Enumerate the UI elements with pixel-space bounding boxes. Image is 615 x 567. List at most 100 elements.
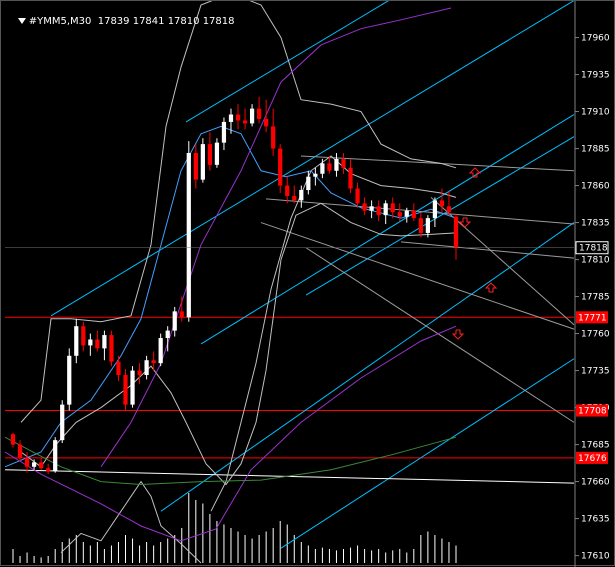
candle-body — [453, 216, 459, 248]
y-tick-label: 17785 — [581, 293, 610, 303]
candle-body — [341, 158, 346, 168]
candle-body — [320, 163, 325, 174]
candle-body — [81, 326, 86, 346]
trend-line — [260, 222, 575, 330]
candle-body — [278, 148, 283, 186]
y-tick-label: 17810 — [581, 256, 610, 266]
candle-body — [102, 335, 107, 349]
candle-body — [313, 173, 318, 177]
candle-body — [228, 114, 234, 122]
candle-body — [39, 462, 44, 469]
candle-body — [172, 311, 177, 331]
candle-body — [306, 176, 311, 191]
candle-body — [123, 375, 128, 405]
candle-body — [425, 218, 430, 233]
y-tick-label: 17685 — [581, 441, 610, 451]
candle-body — [390, 203, 395, 213]
candle-body — [299, 190, 304, 201]
candle-body — [151, 360, 156, 364]
candle-body — [214, 142, 220, 165]
candle-body — [17, 444, 23, 458]
long-moving-average — [4, 436, 457, 486]
candle-body — [249, 108, 255, 124]
y-tick-label: 17960 — [581, 34, 610, 44]
candle-body — [10, 434, 16, 445]
candle-body — [53, 440, 58, 472]
candle-body — [46, 468, 51, 472]
fast-moving-average — [4, 125, 457, 468]
candle-body — [193, 153, 198, 180]
candle-body — [432, 200, 438, 219]
channel-line — [185, 1, 389, 123]
candle-body — [186, 153, 191, 318]
current-price-label: 17818 — [579, 244, 608, 254]
candle-body — [334, 158, 339, 171]
candle-body — [446, 206, 452, 213]
candle-body — [348, 167, 353, 189]
candle-body — [355, 188, 360, 204]
y-tick-label: 17935 — [581, 71, 610, 81]
y-tick-label: 17660 — [581, 478, 610, 488]
candle-body — [67, 355, 72, 405]
candle-body — [292, 195, 297, 201]
channel-line — [280, 358, 575, 549]
chart-window[interactable]: 17960 17935 17910 17885 17860 17835 17810 17785… — [0, 0, 615, 567]
candle-body — [411, 210, 416, 219]
channel-line — [200, 114, 575, 345]
candle-body — [397, 212, 402, 217]
ohlc-values: 17839 17841 17810 17818 — [97, 16, 235, 27]
level-price-label: 17771 — [578, 313, 607, 323]
candle-body — [221, 121, 227, 143]
candle-body — [95, 339, 100, 349]
candle-body — [116, 361, 121, 376]
lower-outer-band — [60, 480, 202, 564]
level-price-label: 17676 — [578, 454, 607, 464]
candle-body — [158, 338, 163, 364]
y-tick-label: 17635 — [581, 515, 610, 525]
candle-body — [362, 203, 367, 211]
up-arrow-icon — [484, 282, 498, 293]
candle-body — [60, 404, 65, 441]
channel-line — [50, 1, 575, 317]
candle-body — [24, 457, 30, 467]
candle-body — [271, 126, 276, 149]
level-price-label: 17708 — [578, 407, 607, 417]
trend-line — [305, 247, 575, 423]
chart-header: #YMM5,M30 17839 17841 17810 17818 — [5, 5, 235, 38]
horizontal-trend-line — [4, 469, 575, 484]
price-chart[interactable]: 17960 17935 17910 17885 17860 17835 17810 17785… — [1, 1, 615, 567]
lower-moving-average — [4, 325, 457, 542]
candle-body — [404, 210, 409, 217]
chart-menu-arrow-icon[interactable] — [17, 18, 26, 24]
candle-body — [31, 462, 37, 467]
candle-body — [74, 326, 79, 356]
y-tick-label: 17860 — [581, 182, 610, 192]
candle-body — [200, 144, 205, 180]
channel-line — [160, 222, 575, 512]
candle-body — [165, 330, 170, 339]
candle-body — [285, 185, 290, 196]
candle-body — [327, 163, 332, 171]
y-tick-label: 17835 — [581, 219, 610, 229]
candle-body — [369, 206, 374, 211]
channel-line — [305, 136, 575, 296]
candle-body — [242, 120, 248, 124]
candle-body — [439, 200, 445, 207]
candle-body — [257, 108, 262, 119]
candle-body — [179, 311, 184, 318]
symbol-timeframe: #YMM5,M30 — [28, 16, 92, 27]
candle-body — [264, 118, 269, 127]
candle-body — [88, 339, 93, 346]
candle-body — [137, 370, 142, 376]
candle-body — [109, 335, 114, 362]
down-arrow-icon — [451, 329, 465, 340]
candle-body — [376, 206, 381, 216]
y-tick-label: 17910 — [581, 108, 610, 118]
y-tick-label: 17885 — [581, 145, 610, 155]
trend-line — [400, 241, 575, 259]
y-tick-label: 17735 — [581, 367, 610, 377]
y-tick-label: 17760 — [581, 330, 610, 340]
candle-body — [235, 114, 241, 121]
down-arrow-icon — [458, 217, 472, 228]
candle-body — [418, 218, 423, 233]
